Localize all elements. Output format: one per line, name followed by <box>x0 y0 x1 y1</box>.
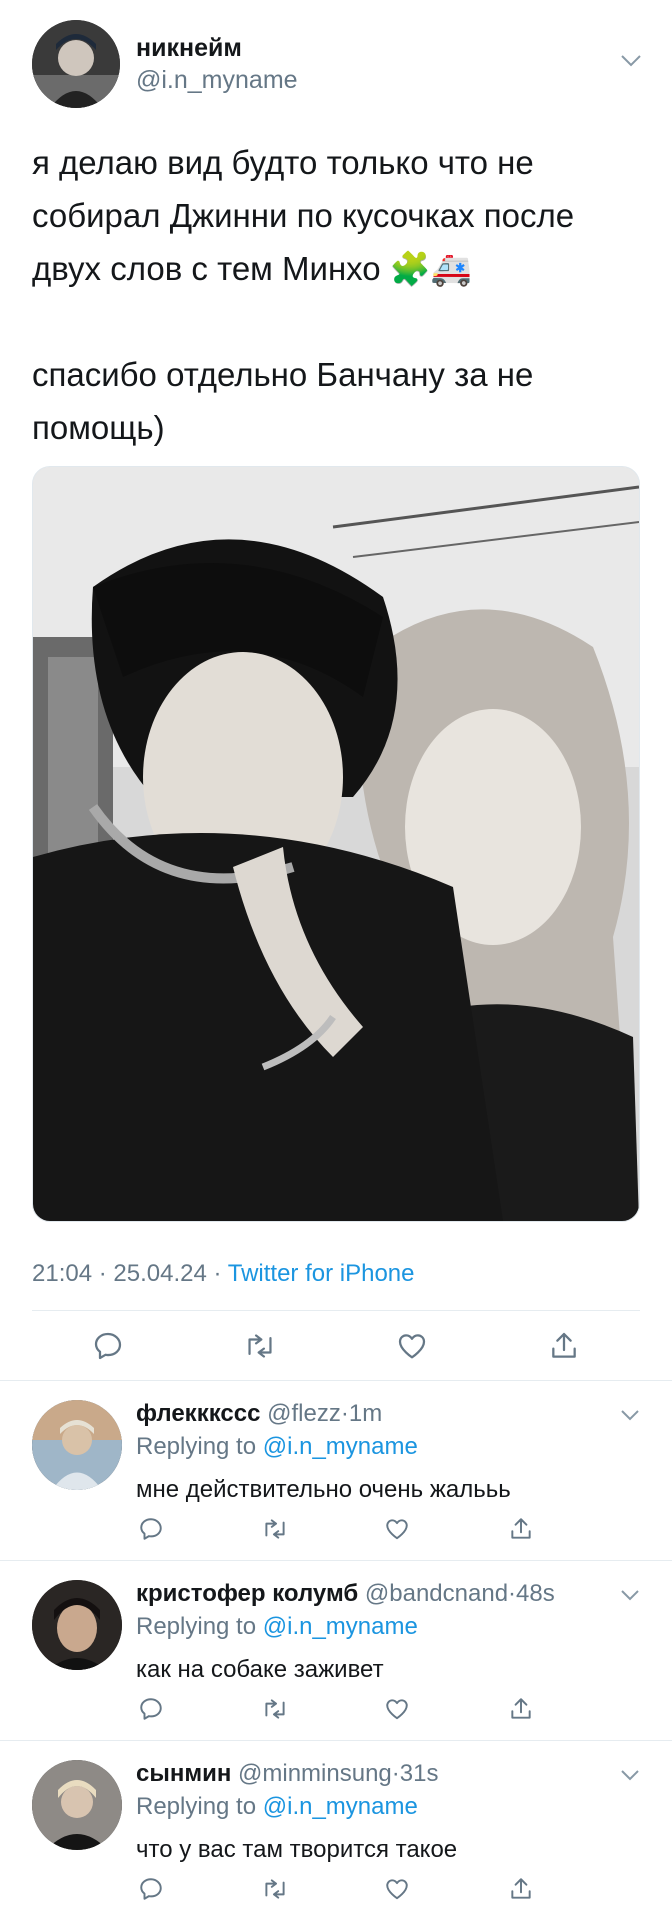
retweet-icon <box>248 1334 272 1358</box>
share-button[interactable] <box>506 1874 536 1904</box>
reply-button[interactable] <box>88 1326 128 1366</box>
reply-avatar[interactable] <box>32 1400 122 1490</box>
chevron-down-icon[interactable] <box>620 54 642 73</box>
reply-display-name[interactable]: флекккссс <box>136 1400 260 1427</box>
tweet-time: 21:04 <box>32 1260 93 1287</box>
retweet-button[interactable] <box>260 1874 290 1904</box>
reply-icon <box>94 1332 122 1360</box>
reply-button[interactable] <box>136 1514 166 1544</box>
share-button[interactable] <box>544 1326 584 1366</box>
share-button[interactable] <box>506 1694 536 1724</box>
reply-display-name[interactable]: кристофер колумб <box>136 1580 358 1607</box>
tweet-text: я делаю вид будто только что не собирал … <box>32 136 652 454</box>
like-icon <box>398 1334 426 1359</box>
replying-to: Replying to @i.n_myname <box>136 1613 418 1640</box>
tweet-photo[interactable] <box>32 466 640 1222</box>
share-icon <box>511 1518 531 1539</box>
reply-button[interactable] <box>136 1874 166 1904</box>
reply-time: 48s <box>516 1580 555 1607</box>
replying-to-link[interactable]: @i.n_myname <box>263 1613 418 1640</box>
tweet-meta: 21:04 · 25.04.24 · Twitter for iPhone <box>32 1260 415 1287</box>
like-button[interactable] <box>382 1874 412 1904</box>
reply-time: 1m <box>348 1400 383 1427</box>
reply-header: кристофер колумб @bandcnand·48s <box>136 1580 555 1607</box>
tweet-text-line: собирал Джинни по кусочках после <box>32 197 575 234</box>
share-icon <box>511 1878 531 1899</box>
tweet-text-line: помощь) <box>32 409 165 446</box>
author-avatar[interactable] <box>32 20 120 108</box>
reply-icon <box>140 1698 162 1720</box>
reply-text: как на собаке заживет <box>136 1656 384 1683</box>
retweet-button[interactable] <box>260 1514 290 1544</box>
reply-header: флекккссс @flezz·1m <box>136 1400 383 1427</box>
like-icon <box>386 1519 408 1540</box>
divider <box>0 1380 672 1381</box>
reply-icon <box>140 1878 162 1900</box>
tweet-text-line: двух слов с тем Минхо 🧩🚑 <box>32 250 473 287</box>
reply-time: 31s <box>399 1760 439 1787</box>
reply-handle[interactable]: @flezz <box>267 1400 341 1427</box>
like-button[interactable] <box>382 1694 412 1724</box>
share-icon <box>511 1698 531 1719</box>
reply-text: мне действительно очень жалььь <box>136 1476 511 1503</box>
retweet-icon <box>265 1879 285 1899</box>
divider <box>0 1740 672 1741</box>
share-icon <box>552 1332 576 1358</box>
share-button[interactable] <box>506 1514 536 1544</box>
tweet-date: 25.04.24 <box>113 1260 207 1287</box>
emoji: 🧩🚑 <box>389 250 473 287</box>
chevron-down-icon[interactable] <box>620 1768 640 1786</box>
replying-to: Replying to @i.n_myname <box>136 1793 418 1820</box>
retweet-icon <box>265 1519 285 1539</box>
author-handle[interactable]: @i.n_myname <box>136 66 298 95</box>
replying-to: Replying to @i.n_myname <box>136 1433 418 1460</box>
tweet-source-link[interactable]: Twitter for iPhone <box>228 1260 415 1287</box>
reply-handle[interactable]: @bandcnand <box>365 1580 508 1607</box>
reply-handle[interactable]: @minminsung <box>238 1760 392 1787</box>
like-button[interactable] <box>392 1326 432 1366</box>
replying-to-link[interactable]: @i.n_myname <box>263 1793 418 1820</box>
like-button[interactable] <box>382 1514 412 1544</box>
like-icon <box>386 1879 408 1900</box>
tweet-text-line: я делаю вид будто только что не <box>32 144 534 181</box>
reply-button[interactable] <box>136 1694 166 1724</box>
reply-avatar[interactable] <box>32 1580 122 1670</box>
chevron-down-icon[interactable] <box>620 1588 640 1606</box>
retweet-button[interactable] <box>260 1694 290 1724</box>
divider <box>0 1560 672 1561</box>
author-display-name[interactable]: никнейм <box>136 34 242 63</box>
like-icon <box>386 1699 408 1720</box>
reply-display-name[interactable]: сынмин <box>136 1760 231 1787</box>
retweet-button[interactable] <box>240 1326 280 1366</box>
divider <box>32 1310 640 1311</box>
chevron-down-icon[interactable] <box>620 1408 640 1426</box>
replying-to-link[interactable]: @i.n_myname <box>263 1433 418 1460</box>
tweet-text-line: спасибо отдельно Банчану за не <box>32 356 534 393</box>
reply-icon <box>140 1518 162 1540</box>
retweet-icon <box>265 1699 285 1719</box>
reply-header: сынмин @minminsung·31s <box>136 1760 439 1787</box>
reply-avatar[interactable] <box>32 1760 122 1850</box>
reply-text: что у вас там творится такое <box>136 1836 458 1863</box>
